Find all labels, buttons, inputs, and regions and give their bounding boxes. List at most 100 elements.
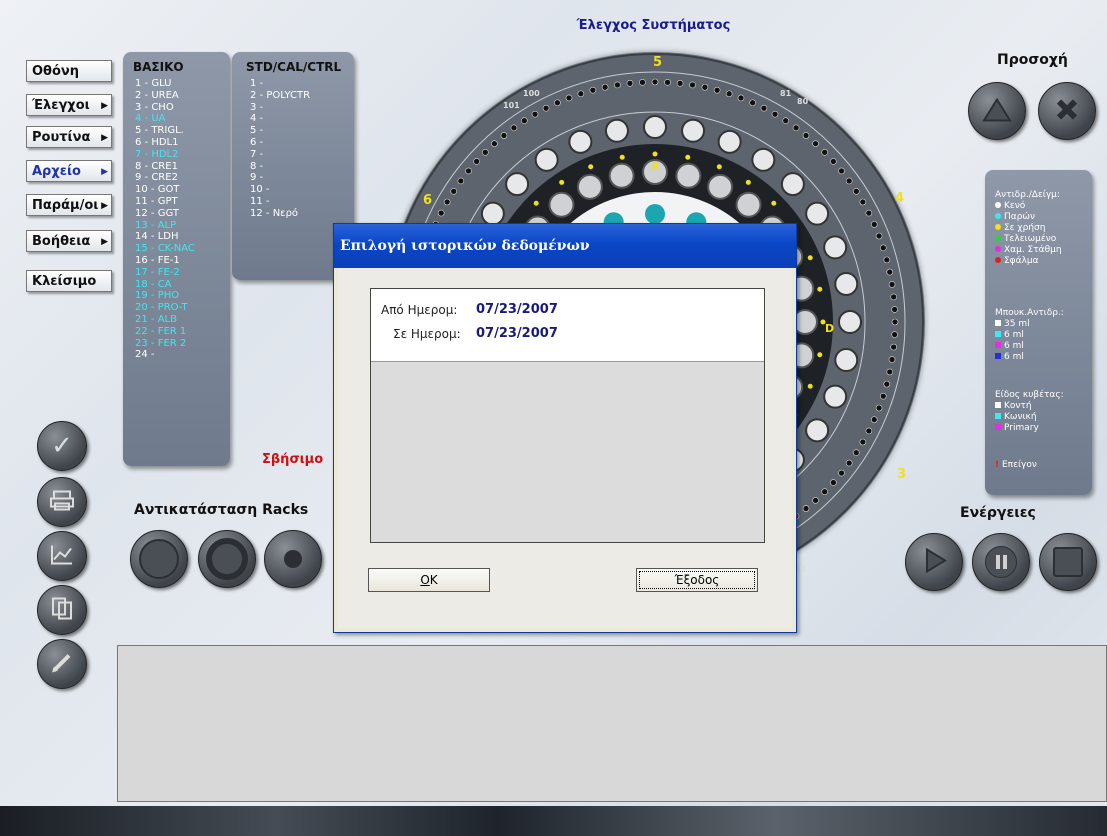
indicator-dot xyxy=(807,383,813,389)
indicator-dot xyxy=(771,200,777,206)
from-date-value[interactable]: 07/23/2007 xyxy=(476,302,558,317)
cuvette-dot xyxy=(639,79,646,86)
std-item[interactable]: 9 - xyxy=(250,172,310,184)
menu-item-label: Παράμ/οι xyxy=(32,198,99,213)
menu-item-1[interactable]: Έλεγχοι ▶ xyxy=(26,94,112,116)
std-item[interactable]: 8 - xyxy=(250,161,310,173)
ok-button[interactable]: OK xyxy=(368,568,490,592)
test-item[interactable]: 6 - HDL1 xyxy=(135,137,195,149)
test-item[interactable]: 16 - FE-1 xyxy=(135,255,195,267)
test-item[interactable]: 8 - CRE1 xyxy=(135,161,195,173)
test-item[interactable]: 1 - GLU xyxy=(135,78,195,90)
pause-button[interactable] xyxy=(972,533,1030,591)
test-item[interactable]: 12 - GGT xyxy=(135,208,195,220)
menu-item-6[interactable]: Κλείσιμο xyxy=(26,270,112,292)
cuvette-dot xyxy=(891,306,898,313)
legend-marker xyxy=(995,424,1001,430)
chevron-right-icon: ▶ xyxy=(101,201,108,211)
basic-tests-panel: ΒΑΣΙΚΟ 1 - GLU 2 - UREA 3 - CHO 4 - UA 5 - T… xyxy=(123,52,230,466)
menu-item-4[interactable]: Παράμ/οι ▶ xyxy=(26,194,112,216)
cuvette-dot xyxy=(589,86,597,94)
cuvette-dot xyxy=(701,83,709,91)
test-item[interactable]: 24 - xyxy=(135,349,195,361)
cuvette-dot xyxy=(845,459,853,467)
graph-button[interactable] xyxy=(37,531,87,581)
test-item[interactable]: 17 - FE-2 xyxy=(135,267,195,279)
std-item[interactable]: 4 - xyxy=(250,113,310,125)
chevron-right-icon: ▶ xyxy=(101,101,108,111)
stop-button[interactable] xyxy=(1039,533,1097,591)
test-item[interactable]: 2 - UREA xyxy=(135,90,195,102)
menu-item-3[interactable]: Αρχείο ▶ xyxy=(26,160,112,182)
legend-entry: Χαμ. Στάθμη xyxy=(995,245,1062,256)
cuvette-dot xyxy=(802,505,810,512)
rack-button-3[interactable] xyxy=(264,530,322,588)
cuvette-dot xyxy=(792,124,800,132)
confirm-button[interactable]: ✓ xyxy=(37,421,87,471)
test-item[interactable]: 18 - CA xyxy=(135,279,195,291)
std-item[interactable]: 6 - xyxy=(250,137,310,149)
test-item[interactable]: 13 - ALP xyxy=(135,220,195,232)
std-item[interactable]: 12 - Νερό xyxy=(250,208,310,220)
printer-icon xyxy=(49,490,75,515)
legend-bottles: Μπουκ.Αντιδρ.: 35 ml 6 ml 6 ml 6 ml xyxy=(995,308,1064,363)
legend-entry: 6 ml xyxy=(995,341,1064,352)
menu-item-2[interactable]: Ρουτίνα ▶ xyxy=(26,126,112,148)
chevron-right-icon: ▶ xyxy=(101,133,108,143)
erase-label[interactable]: Σβήσιμο xyxy=(262,452,323,467)
copy-button[interactable] xyxy=(37,585,87,635)
legend-entry: 6 ml xyxy=(995,352,1064,363)
urgent-label: Επείγον xyxy=(1001,460,1037,470)
date-fields-area: Από Ημερομ: 07/23/2007 Σε Ημερομ: 07/23/… xyxy=(371,289,764,362)
test-item[interactable]: 11 - GPT xyxy=(135,196,195,208)
test-item[interactable]: 4 - UA xyxy=(135,113,195,125)
legend-marker xyxy=(995,353,1001,359)
basic-tests-list: 1 - GLU 2 - UREA 3 - CHO 4 - UA 5 - TRIGL. 6 … xyxy=(135,78,195,361)
std-item[interactable]: 7 - xyxy=(250,149,310,161)
stop-alarm-button[interactable] xyxy=(1038,82,1096,140)
legend-marker xyxy=(995,202,1001,208)
legend-label: Κοντή xyxy=(1004,401,1032,411)
std-item[interactable]: 3 - xyxy=(250,102,310,114)
cuvette-dot xyxy=(830,158,837,165)
test-item[interactable]: 20 - PRO-T xyxy=(135,302,195,314)
legend-cuvettes: Είδος κυβέτας: Κοντή Κωνική Primary xyxy=(995,390,1064,434)
dialog-title: Επιλογή ιστορικών δεδομένων xyxy=(334,224,796,268)
legend-label: 6 ml xyxy=(1004,330,1024,340)
carousel-label: 101 xyxy=(503,101,520,110)
cuvette-dot xyxy=(510,124,518,132)
rack-slot xyxy=(838,310,862,334)
test-item[interactable]: 15 - CK-NAC xyxy=(135,243,195,255)
rack-button-2[interactable] xyxy=(198,530,256,588)
to-date-value[interactable]: 07/23/2007 xyxy=(476,326,558,341)
warning-button[interactable] xyxy=(968,82,1026,140)
cuvette-dot xyxy=(465,167,472,175)
test-item[interactable]: 7 - HDL2 xyxy=(135,149,195,161)
carousel-label: D xyxy=(825,322,834,335)
rack-button-1[interactable] xyxy=(130,530,188,588)
test-item[interactable]: 23 - FER 2 xyxy=(135,338,195,350)
exit-button[interactable]: Έξοδος xyxy=(636,568,758,592)
play-button[interactable] xyxy=(905,533,963,591)
test-item[interactable]: 14 - LDH xyxy=(135,231,195,243)
test-item[interactable]: 10 - GOT xyxy=(135,184,195,196)
test-item[interactable]: 21 - ALB xyxy=(135,314,195,326)
std-item[interactable]: 11 - xyxy=(250,196,310,208)
menu-item-0[interactable]: Οθόνη xyxy=(26,60,112,82)
test-item[interactable]: 19 - PHO xyxy=(135,290,195,302)
edit-button[interactable] xyxy=(37,639,87,689)
cuvette-dot xyxy=(626,80,634,87)
cuvette-dot xyxy=(879,392,887,400)
std-item[interactable]: 5 - xyxy=(250,125,310,137)
test-item[interactable]: 5 - TRIGL. xyxy=(135,125,195,137)
legend-entry: Τελειωμένο xyxy=(995,234,1062,245)
test-item[interactable]: 3 - CHO xyxy=(135,102,195,114)
std-item[interactable]: 10 - xyxy=(250,184,310,196)
menu-item-label: Ρουτίνα xyxy=(32,130,91,145)
menu-item-5[interactable]: Βοήθεια ▶ xyxy=(26,230,112,252)
print-button[interactable] xyxy=(37,477,87,527)
test-item[interactable]: 9 - CRE2 xyxy=(135,172,195,184)
std-item[interactable]: 1 - xyxy=(250,78,310,90)
test-item[interactable]: 22 - FER 1 xyxy=(135,326,195,338)
std-item[interactable]: 2 - POLYCTR xyxy=(250,90,310,102)
